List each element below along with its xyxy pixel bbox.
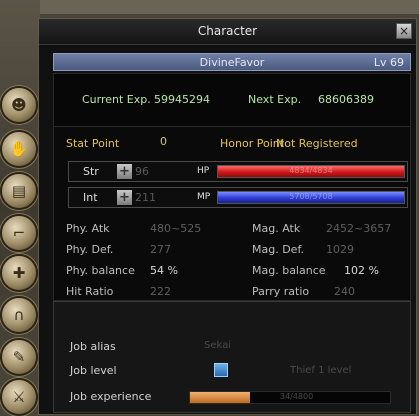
stat-point-label: Stat Point	[66, 137, 120, 150]
job-alias-value: Sekai	[204, 340, 232, 351]
phy-atk-label: Phy. Atk	[66, 222, 110, 235]
str-label: Str	[83, 165, 99, 178]
stat-point-value: 0	[160, 135, 167, 148]
hp-text: 4834/4834	[289, 166, 333, 175]
job-experience-label: Job experience	[70, 390, 152, 403]
next-exp-value: 68606389	[318, 93, 374, 106]
str-row: Str + 96 HP 4834/4834	[68, 161, 408, 182]
character-namebar: DivineFavor Lv 69	[53, 53, 411, 71]
close-icon[interactable]: ×	[396, 23, 412, 39]
str-plus-button[interactable]: +	[117, 164, 132, 179]
job-level-label: Job level	[70, 364, 117, 377]
job-experience-value: 34/4800	[280, 392, 314, 401]
character-window: Character × DivineFavor Lv 69 Current Ex…	[38, 18, 417, 415]
job-alias-label: Job alias	[70, 340, 116, 353]
int-row: Int + 211 MP 5708/5708	[68, 187, 408, 208]
stats-panel: Stat Point 0 Honor Point Not Registered …	[53, 126, 411, 301]
job-panel: Job alias Sekai Job level Thief 1 level …	[53, 301, 411, 413]
window-title: Character	[197, 24, 258, 38]
honor-point-value: Not Registered	[276, 137, 358, 150]
int-label: Int	[83, 191, 98, 204]
scroll-icon[interactable]: ✎	[0, 338, 38, 376]
parry-ratio-value: 240	[334, 285, 355, 298]
character-name: DivineFavor	[199, 56, 265, 69]
weapon-icon[interactable]: ⚔	[0, 378, 38, 416]
phy-def-label: Phy. Def.	[66, 243, 114, 256]
mp-bar: 5708/5708	[217, 191, 405, 204]
phy-def-value: 277	[150, 243, 171, 256]
mag-balance-value: 102 %	[344, 264, 379, 277]
current-exp-label: Current Exp.	[82, 93, 151, 106]
hand-icon[interactable]: ✋	[0, 130, 38, 168]
experience-panel: Current Exp. 59945294 Next Exp. 68606389	[53, 73, 411, 128]
phy-atk-value: 480~525	[150, 222, 202, 235]
honor-point-label: Honor Point	[220, 137, 285, 150]
str-value: 96	[135, 165, 149, 178]
background-top	[0, 0, 419, 14]
mag-atk-label: Mag. Atk	[252, 222, 301, 235]
feet-icon[interactable]: ∩	[0, 296, 38, 334]
hp-bar: 4834/4834	[217, 165, 405, 178]
phy-balance-label: Phy. balance	[66, 264, 135, 277]
mp-label: MP	[197, 192, 211, 202]
job-level-value: Thief 1 level	[290, 365, 352, 376]
mag-def-value: 1029	[326, 243, 354, 256]
hit-ratio-value: 222	[150, 285, 171, 298]
hp-label: HP	[197, 166, 210, 176]
int-plus-button[interactable]: +	[117, 190, 132, 205]
next-exp-label: Next Exp.	[248, 93, 302, 106]
int-value: 211	[135, 191, 156, 204]
mag-def-label: Mag. Def.	[252, 243, 305, 256]
window-titlebar[interactable]: Character ×	[39, 19, 416, 45]
current-exp-value: 59945294	[154, 93, 210, 106]
handshake-icon[interactable]: ✚	[0, 254, 38, 292]
phy-balance-value: 54 %	[150, 264, 178, 277]
job-experience-bar: 34/4800	[189, 391, 391, 404]
mp-text: 5708/5708	[289, 192, 333, 201]
hit-ratio-label: Hit Ratio	[66, 285, 114, 298]
parry-ratio-label: Parry ratio	[252, 285, 310, 298]
book-icon[interactable]: ▤	[0, 172, 38, 210]
mag-balance-label: Mag. balance	[252, 264, 326, 277]
leg-icon[interactable]: ⌐	[0, 214, 38, 252]
character-level: Lv 69	[373, 56, 404, 69]
job-experience-fill	[190, 392, 250, 403]
head-icon[interactable]: ☻	[0, 86, 38, 124]
job-type-icon	[214, 363, 228, 377]
mag-atk-value: 2452~3657	[326, 222, 392, 235]
